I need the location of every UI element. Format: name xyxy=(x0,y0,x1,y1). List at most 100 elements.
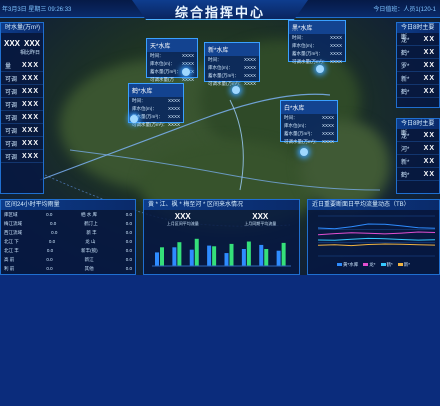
card-value: XXXX xyxy=(321,131,334,136)
legend-item: 龙* xyxy=(363,262,376,268)
reservoir-pin[interactable] xyxy=(182,68,190,76)
card-value: XXXX xyxy=(329,51,342,56)
right-row[interactable]: 鹤* XX xyxy=(397,85,439,98)
bar[interactable] xyxy=(172,247,177,266)
card-value: XXXX xyxy=(321,115,334,120)
card-label: 库水位(m)： xyxy=(132,106,157,111)
reservoir-card[interactable]: 白*水库 时间： XXXX 库水位(m)： XXXX 蓄水量(万m³)： XXXX 可调水量(… xyxy=(280,100,338,144)
card-value: XXXX xyxy=(243,65,256,70)
rain-label: 栖 水 库 xyxy=(81,211,98,217)
reservoir-card[interactable]: 黑*水库 时间： XXXX 库水位(m)： XXXX 蓄水量(万m³)： XXXX 可调水量(… xyxy=(288,20,346,64)
rain-label: 高 前 xyxy=(4,256,15,262)
legend-item: 新* xyxy=(397,262,410,268)
card-value: XXXX xyxy=(329,43,342,48)
legend-swatch xyxy=(336,263,342,266)
page-title: 综合指挥中心 xyxy=(174,5,265,20)
bar[interactable] xyxy=(246,241,251,266)
left-kpis: XXX XXX xyxy=(1,33,43,48)
right-row[interactable]: 龙* XX xyxy=(397,33,439,46)
left-row[interactable]: 可调 XXX xyxy=(1,72,43,85)
row-label: 可调 xyxy=(5,76,18,83)
row-value: XXX xyxy=(21,152,39,160)
row-label: 可调 xyxy=(5,141,18,148)
bar[interactable] xyxy=(224,253,229,266)
left-row[interactable]: 可调 XXX xyxy=(1,111,43,124)
series-line[interactable] xyxy=(317,237,436,241)
left-row[interactable]: 可调 XXX xyxy=(1,137,43,150)
row-label: 可调 xyxy=(5,89,18,96)
bar[interactable] xyxy=(259,244,264,266)
rainfall-table: 库区域 0.0 栖 水 库 0.0 梅江流域 0.0 鹤汀上 0.0 西江流域 0.0 新 丰 0.0… xyxy=(1,210,135,273)
rain-value: 0.0 xyxy=(125,248,132,253)
rain-label: 梅江流域 xyxy=(4,220,22,226)
reservoir-pin[interactable] xyxy=(300,148,308,156)
reservoir-pin[interactable] xyxy=(316,65,324,73)
flow-title: 近日重要断面日平均流量动态（TB） xyxy=(308,200,439,210)
inflow-kpis: XXX 上月区间平均流量 XXX 上月同期平均流量 xyxy=(144,210,299,227)
card-value: XXXX xyxy=(167,122,180,127)
card-row: 蓄水量(万m³)： XXXX xyxy=(281,130,337,138)
title-plate: 综合指挥中心 xyxy=(132,0,308,20)
left-row[interactable]: 量 XXX xyxy=(1,59,43,72)
right-row[interactable]: 新* XX xyxy=(397,155,439,168)
inflow-kpi-value: XXX xyxy=(174,212,191,221)
bar[interactable] xyxy=(264,249,269,266)
right-row[interactable]: 鹤* XX xyxy=(397,168,439,181)
series-line[interactable] xyxy=(317,231,436,236)
bar[interactable] xyxy=(207,245,212,266)
series-line[interactable] xyxy=(317,223,436,230)
bar[interactable] xyxy=(276,250,281,266)
card-row: 时间： XXXX xyxy=(281,114,337,122)
bar[interactable] xyxy=(194,238,199,266)
right-row[interactable]: 鹤* XX xyxy=(397,46,439,59)
left-row[interactable]: 可调 XXX xyxy=(1,150,43,163)
row-label: 鹤* xyxy=(401,172,410,179)
right-row[interactable]: 罗* XX xyxy=(397,59,439,72)
card-value: XXXX xyxy=(167,106,180,111)
card-label: 库水位(m)： xyxy=(150,61,175,66)
rain-value: 0.0 xyxy=(46,248,54,253)
bar[interactable] xyxy=(212,246,217,266)
bar[interactable] xyxy=(241,249,246,266)
row-label: 可调 xyxy=(5,128,18,135)
card-value: XXXX xyxy=(329,59,342,64)
card-label: 时间： xyxy=(284,115,298,120)
rain-label: 西江流域 xyxy=(4,229,22,235)
card-label: 库水位(m)： xyxy=(284,123,309,128)
reservoir-pin[interactable] xyxy=(130,115,138,123)
card-title: 白*水库 xyxy=(281,101,337,114)
row-value: XX xyxy=(423,35,435,43)
rain-label: 北江 丰 xyxy=(4,247,19,253)
left-row[interactable]: 可调 XXX xyxy=(1,124,43,137)
flow-legend: 黄*水库 龙* 鹤* 新* xyxy=(308,262,439,268)
left-rows: 量 XXX 可调 XXX 可调 XXX 可调 XXX 可调 XXX 可调 XXX 可调 XXX 可调 XXX xyxy=(1,59,43,163)
bar[interactable] xyxy=(229,243,234,266)
bar[interactable] xyxy=(155,252,159,266)
left-row[interactable]: 可调 XXX xyxy=(1,98,43,111)
right-row[interactable]: 河* XX xyxy=(397,142,439,155)
card-value: XXXX xyxy=(181,53,194,58)
series-line[interactable] xyxy=(317,243,436,247)
row-label: 鹤* xyxy=(401,89,410,96)
duty-user[interactable]: 今日值班：人员1(120-1 xyxy=(373,4,436,13)
inflow-bar-chart xyxy=(152,238,291,267)
bar[interactable] xyxy=(189,249,194,266)
card-row: 库水位(m)： XXXX xyxy=(281,122,337,130)
row-value: XXX xyxy=(21,74,39,82)
right-row[interactable]: 龙* XX xyxy=(397,129,439,142)
reservoir-pin[interactable] xyxy=(232,86,240,94)
rain-value: 0.0 xyxy=(125,257,132,262)
bar[interactable] xyxy=(281,242,286,266)
row-value: XX xyxy=(423,48,435,56)
bar[interactable] xyxy=(177,242,182,266)
card-row: 库水位(m)： XXXX xyxy=(205,64,259,72)
card-label: 蓄水量(万m³)： xyxy=(284,131,315,136)
kpi-value: XXX xyxy=(23,39,40,48)
reservoir-card[interactable]: 天*水库时间：XXXX库水位(m)：XXXX蓄水量(万m³)：XXXX可调水量(… xyxy=(146,38,198,88)
card-label: 库水位(m)： xyxy=(208,65,233,70)
right-row[interactable]: 新* XX xyxy=(397,72,439,85)
card-label: 可调水量(万m³)： xyxy=(284,139,320,144)
reservoir-card[interactable]: 新*水库 时间： XXXX 库水位(m)： XXXX 蓄水量(万m³)： XXXX 可调水量(… xyxy=(204,42,260,86)
left-row[interactable]: 可调 XXX xyxy=(1,85,43,98)
bar[interactable] xyxy=(160,247,164,266)
